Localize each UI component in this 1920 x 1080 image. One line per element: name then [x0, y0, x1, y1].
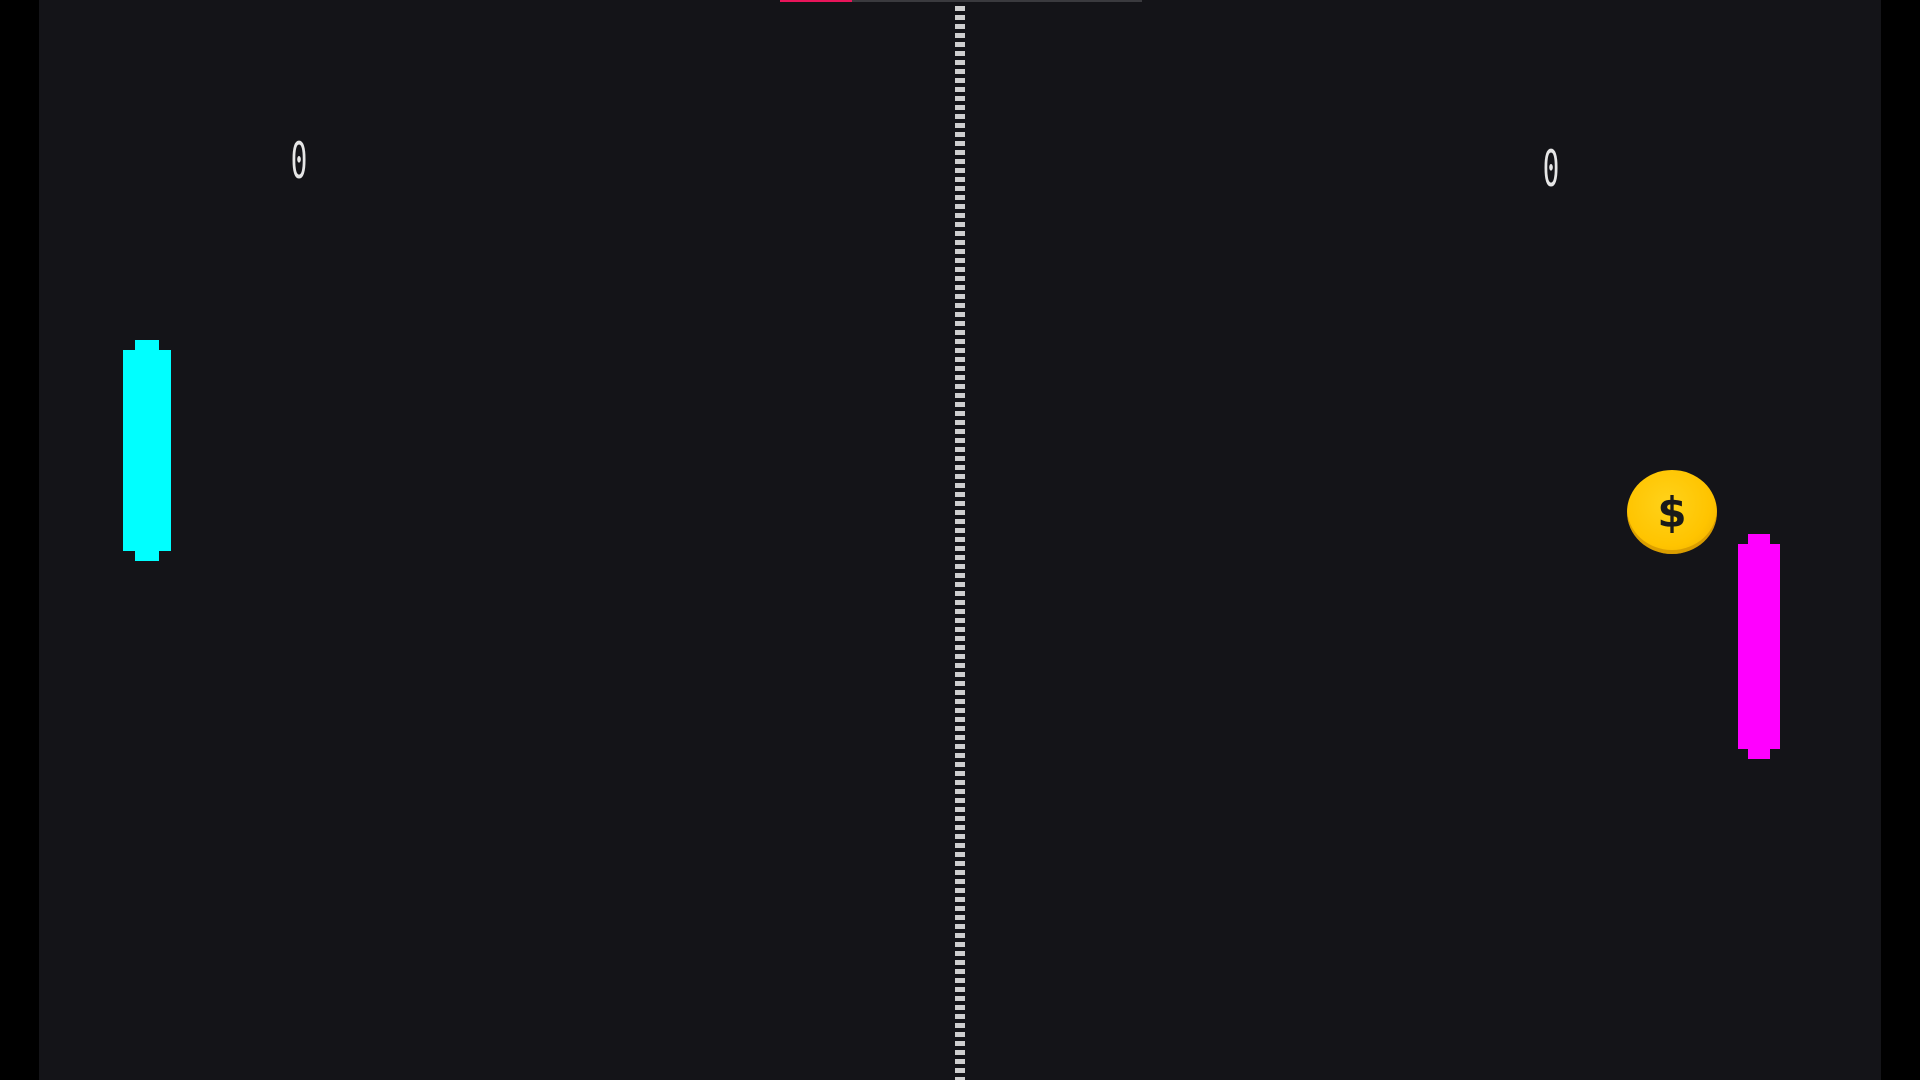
right-paddle-bottom-cap — [1748, 747, 1770, 759]
top-progress-fill — [780, 0, 853, 2]
left-paddle[interactable] — [123, 340, 171, 561]
right-paddle[interactable] — [1738, 534, 1780, 759]
left-paddle-body — [123, 350, 171, 551]
center-net — [955, 6, 965, 1080]
left-paddle-bottom-cap — [135, 549, 159, 561]
game-screen: 0 0 $ — [0, 0, 1920, 1080]
left-player-score: 0 — [290, 132, 308, 190]
right-paddle-body — [1738, 544, 1780, 749]
right-player-score: 0 — [1542, 140, 1560, 198]
top-progress-bar — [780, 0, 1142, 2]
dollar-coin-icon: $ — [1627, 470, 1717, 554]
coin-symbol: $ — [1657, 487, 1687, 537]
